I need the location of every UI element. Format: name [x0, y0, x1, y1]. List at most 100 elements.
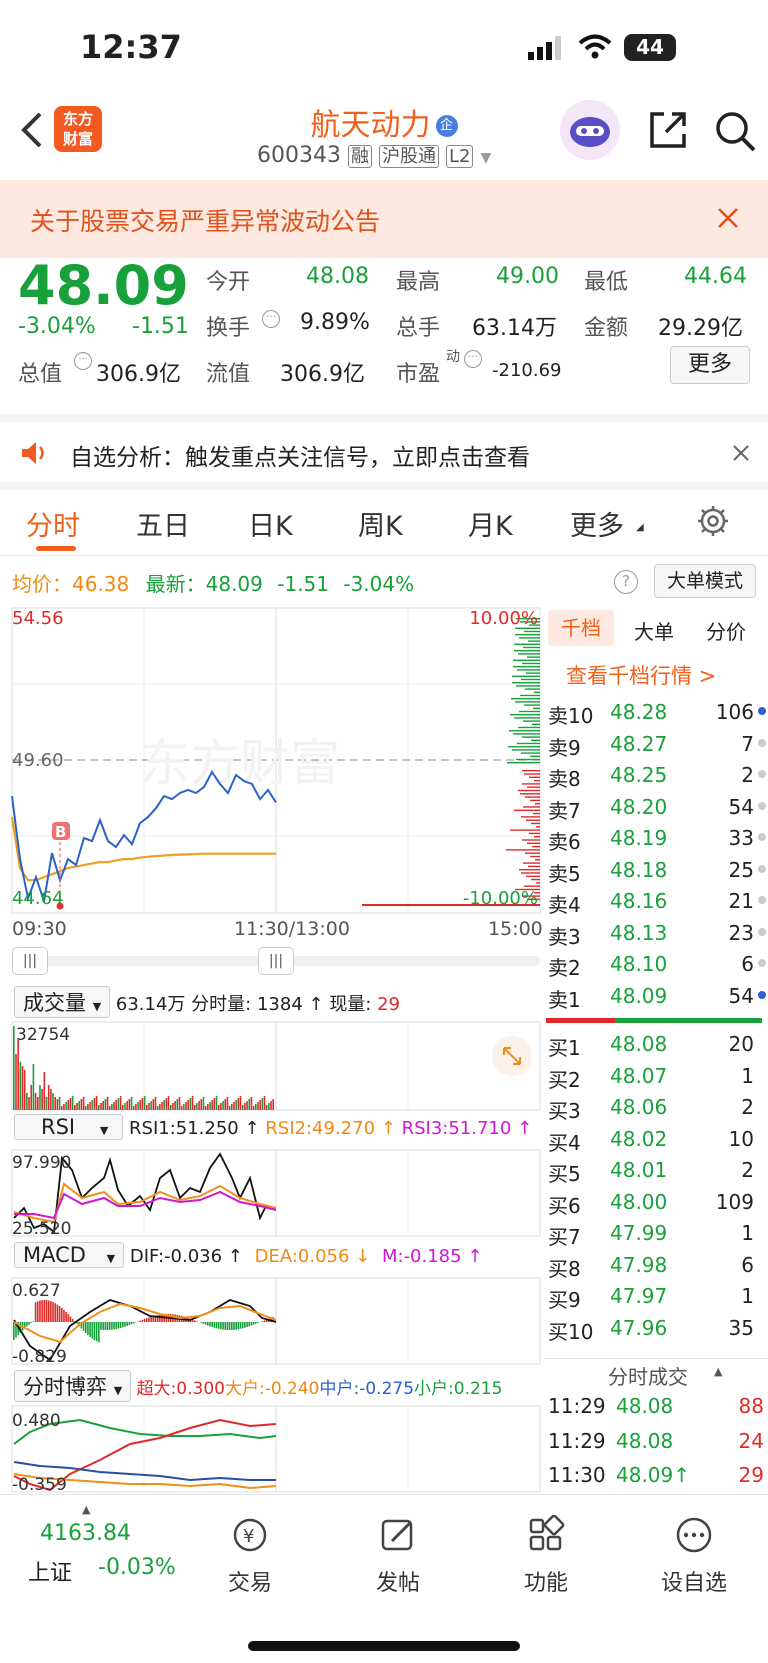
- slider-handle-left[interactable]: |||: [12, 947, 48, 975]
- ask-volume: 54: [728, 794, 754, 819]
- volume-bar: [50, 1089, 52, 1110]
- tab-rik[interactable]: 日K: [248, 504, 293, 543]
- bid-dot: [758, 1291, 766, 1299]
- nav-trade[interactable]: ¥ 交易: [190, 1515, 310, 1597]
- volume-bar: [193, 1105, 196, 1110]
- volume-bar: [13, 1026, 15, 1110]
- ask-row[interactable]: 卖4 48.16 21: [548, 887, 768, 918]
- volume-bar: [187, 1100, 189, 1110]
- notice-banner[interactable]: 关于股票交易严重异常波动公告: [0, 180, 768, 258]
- bid-row[interactable]: 买8 47.98 6: [548, 1251, 768, 1282]
- depth-bar-sell: [528, 865, 540, 868]
- nav-post[interactable]: 发帖: [338, 1515, 458, 1597]
- bid-row[interactable]: 买6 48.00 109: [548, 1188, 768, 1219]
- book-tab-fenjia[interactable]: 分价: [706, 616, 746, 645]
- bid-row[interactable]: 买5 48.01 2: [548, 1156, 768, 1187]
- share-icon[interactable]: [648, 110, 688, 154]
- index-value[interactable]: 4163.84: [40, 1521, 131, 1546]
- ask-dot: [758, 738, 766, 747]
- depth-bar-buy: [514, 717, 540, 719]
- xiaohu-value: 小户:0.215: [414, 1379, 503, 1399]
- ask-price: 48.20: [610, 794, 668, 819]
- big-order-mode-button[interactable]: 大单模式: [654, 564, 756, 598]
- ask-row[interactable]: 卖9 48.27 7: [548, 730, 768, 761]
- macd-bar: [98, 1322, 100, 1343]
- index-name[interactable]: 上证: [28, 1555, 72, 1587]
- chevron-down-icon[interactable]: ◢: [636, 522, 644, 533]
- index-pct[interactable]: -0.03%: [98, 1555, 176, 1580]
- volume-bar: [137, 1102, 139, 1110]
- ask-volume: 23: [728, 920, 754, 945]
- tab-zhouk[interactable]: 周K: [358, 504, 403, 543]
- rsi-selector[interactable]: RSI ▼: [14, 1114, 124, 1140]
- bid-row[interactable]: 买10 47.96 35: [548, 1314, 768, 1345]
- bid-row[interactable]: 买1 48.08 20: [548, 1030, 768, 1061]
- macd-bar: [13, 1322, 15, 1340]
- ask-row[interactable]: 卖1 48.09 54: [548, 982, 768, 1013]
- view-qiandang-link[interactable]: 查看千档行情 >: [566, 660, 716, 690]
- tab-more[interactable]: 更多: [570, 504, 624, 543]
- depth-bar-sell: [525, 796, 540, 798]
- depth-bar-buy: [518, 653, 540, 655]
- info-icon[interactable]: ···: [74, 352, 92, 370]
- ask-price: 48.25: [610, 763, 668, 787]
- bid-row[interactable]: 买4 48.02 10: [548, 1125, 768, 1156]
- ask-row[interactable]: 卖5 48.18 25: [548, 856, 768, 887]
- chevron-up-icon[interactable]: ▲: [714, 1365, 722, 1378]
- volume-bar: [111, 1104, 113, 1110]
- y-max-label: 54.56: [12, 608, 64, 629]
- close-icon[interactable]: [716, 206, 740, 234]
- volume-selector[interactable]: 成交量 ▼: [14, 986, 111, 1018]
- bid-row[interactable]: 买2 48.07 1: [548, 1062, 768, 1093]
- ask-row[interactable]: 卖8 48.25 2: [548, 761, 768, 792]
- buy-marker-label: B: [55, 823, 66, 841]
- volume-bar: [104, 1099, 107, 1110]
- nav-add-watchlist[interactable]: 设自选: [634, 1515, 754, 1597]
- macd-bar: [91, 1322, 94, 1339]
- book-tab-dadan[interactable]: 大单: [634, 616, 674, 645]
- bid-row[interactable]: 买3 48.06 2: [548, 1093, 768, 1124]
- macd-bar: [71, 1318, 74, 1322]
- volume-bar: [89, 1102, 91, 1110]
- search-icon[interactable]: [714, 110, 758, 158]
- macd-selector[interactable]: MACD ▼: [14, 1242, 125, 1268]
- chevron-up-icon[interactable]: ▲: [82, 1503, 90, 1516]
- ask-row[interactable]: 卖6 48.19 33: [548, 824, 768, 855]
- abs-change: -1.51: [132, 314, 189, 339]
- tab-yuek[interactable]: 月K: [468, 504, 513, 543]
- settings-icon[interactable]: [696, 504, 730, 542]
- tick-row: 11:29 48.08 88: [548, 1392, 768, 1423]
- robot-avatar-icon[interactable]: [560, 100, 620, 160]
- ask-row[interactable]: 卖7 48.20 54: [548, 793, 768, 824]
- book-tab-qiandang[interactable]: 千档: [548, 610, 614, 646]
- ask-row[interactable]: 卖10 48.28 106: [548, 698, 768, 729]
- close-icon[interactable]: [732, 444, 750, 466]
- bid-price: 47.96: [610, 1315, 668, 1340]
- info-icon[interactable]: ···: [464, 350, 482, 368]
- zixuan-banner[interactable]: 自选分析：触发重点关注信号，立即点击查看: [0, 414, 768, 490]
- slider-handle-right[interactable]: |||: [258, 947, 294, 975]
- intraday-chart[interactable]: 东方财富 B 54.56 49.60 44.64 10.00% -10.00%: [0, 600, 544, 920]
- chevron-down-icon[interactable]: ▼: [480, 150, 491, 166]
- bid-row[interactable]: 买9 47.97 1: [548, 1282, 768, 1313]
- tab-fenshi[interactable]: 分时: [26, 504, 80, 543]
- boyi-selector[interactable]: 分时博弈 ▼: [14, 1370, 132, 1402]
- macd-bar: [34, 1302, 37, 1322]
- volume-bar: [254, 1104, 257, 1110]
- volume-bar: [39, 1085, 41, 1110]
- info-icon[interactable]: ···: [262, 310, 280, 328]
- tab-wuri[interactable]: 五日: [136, 504, 190, 543]
- depth-bar-sell: [526, 819, 540, 821]
- nav-function[interactable]: 功能: [486, 1514, 606, 1597]
- bid-price: 48.00: [610, 1189, 668, 1214]
- help-icon[interactable]: ?: [614, 570, 638, 594]
- bid-row[interactable]: 买7 47.99 1: [548, 1219, 768, 1250]
- macd-bar: [215, 1322, 218, 1329]
- ask-row[interactable]: 卖3 48.13 23: [548, 919, 768, 950]
- ask-label: 卖10: [548, 704, 594, 728]
- ask-row[interactable]: 卖2 48.10 6: [548, 950, 768, 981]
- more-button[interactable]: 更多: [670, 346, 750, 384]
- zixuan-text[interactable]: 自选分析：触发重点关注信号，立即点击查看: [70, 438, 530, 472]
- notice-text[interactable]: 关于股票交易严重异常波动公告: [30, 202, 380, 238]
- bid-price: 48.02: [610, 1126, 668, 1151]
